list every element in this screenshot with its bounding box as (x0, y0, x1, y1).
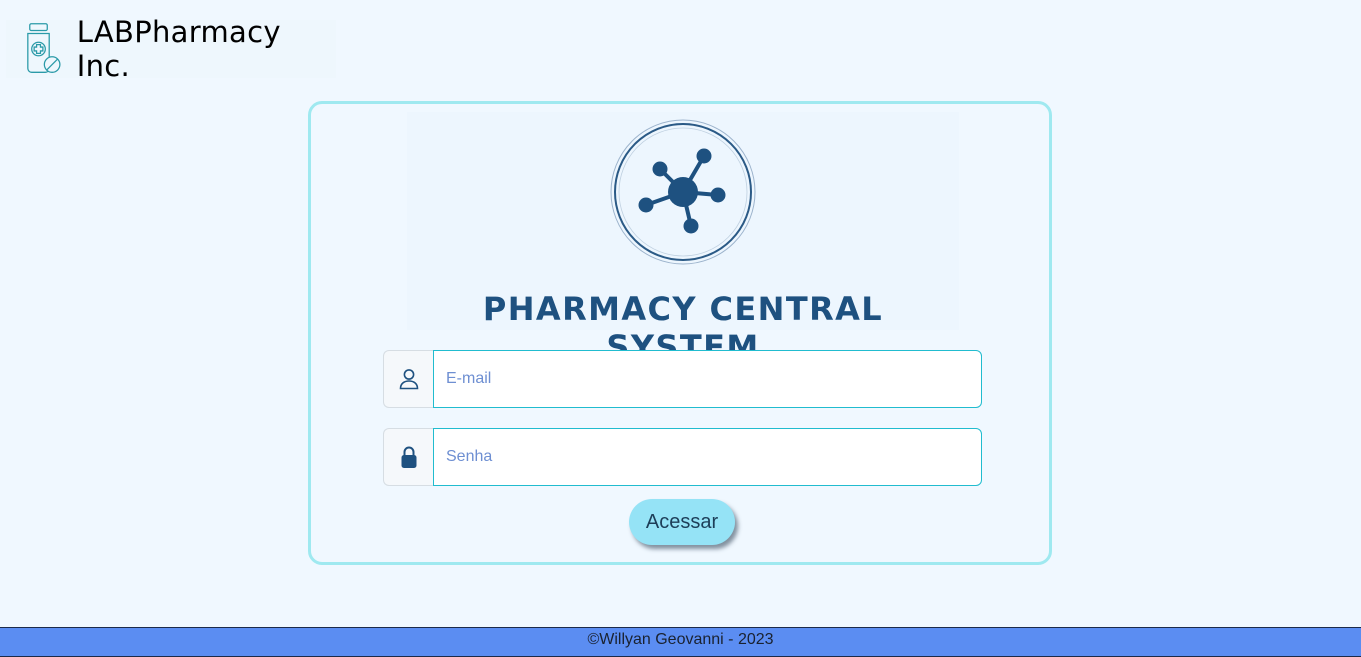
password-addon (383, 428, 433, 486)
user-icon (399, 369, 418, 390)
email-input[interactable] (433, 350, 982, 408)
hero-banner: PHARMACY CENTRAL SYSTEM (407, 112, 959, 366)
molecule-icon (610, 119, 756, 265)
brand-name: LABPharmacy Inc. (76, 15, 281, 83)
footer: ©Willyan Geovanni - 2023 (0, 627, 1361, 657)
login-page: LABPharmacy Inc. PHARMACY CENTRAL SYSTEM… (0, 0, 1361, 657)
password-input[interactable] (433, 428, 982, 486)
footer-text: ©Willyan Geovanni - 2023 (587, 631, 774, 648)
password-field-group (383, 428, 982, 486)
lock-icon (401, 446, 416, 468)
medicine-bottle-icon (27, 23, 61, 73)
login-card: PHARMACY CENTRAL SYSTEM E-mail Acessar (308, 101, 1052, 565)
email-addon (383, 350, 433, 408)
brand-header[interactable]: LABPharmacy Inc. (6, 15, 336, 83)
email-field-group (383, 350, 982, 408)
submit-button[interactable]: Acessar (629, 499, 735, 545)
